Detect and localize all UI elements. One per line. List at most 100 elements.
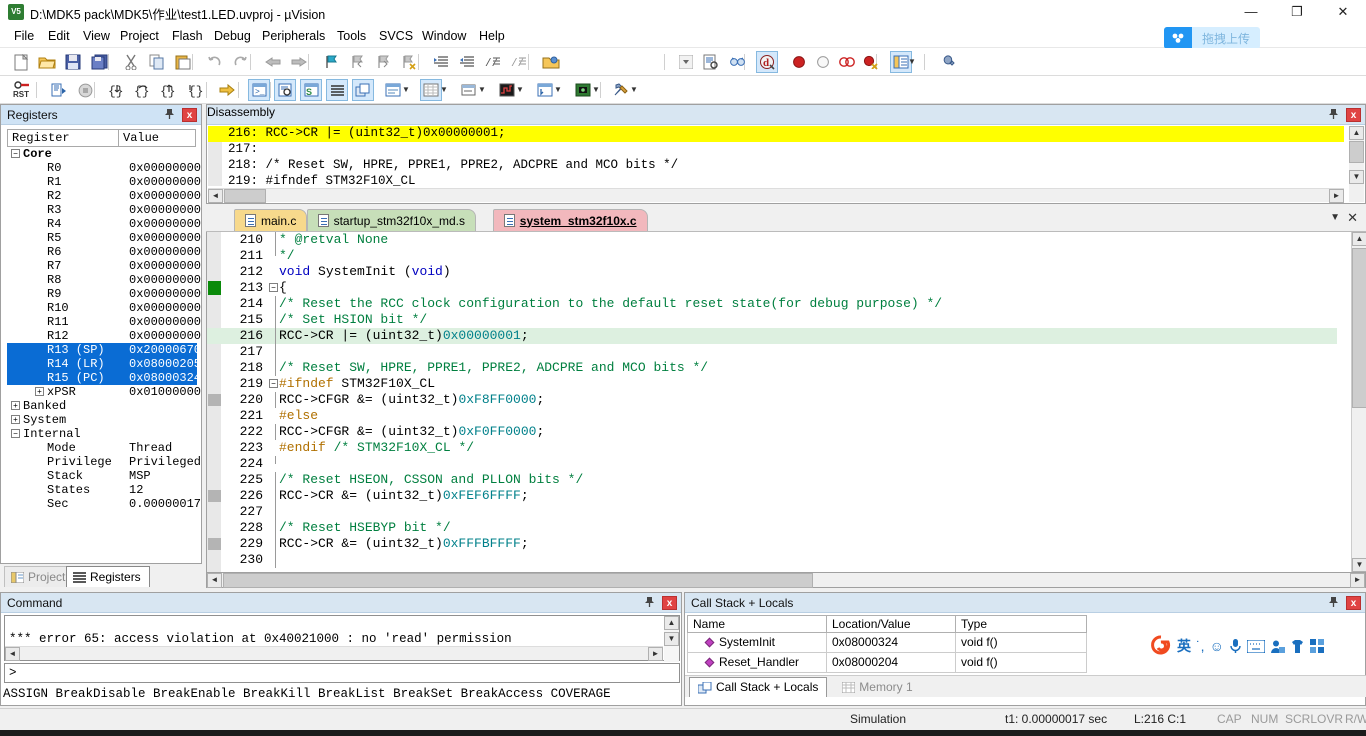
minimize-button[interactable]: — [1228,0,1274,24]
step-into-button[interactable]: {} [106,79,128,101]
code-line[interactable]: 228 /* Reset HSEBYP bit */ [207,520,1337,536]
register-row[interactable]: R5 0x00000000 [7,231,201,245]
menu-item-debug[interactable]: Debug [208,27,257,45]
register-row[interactable]: Stack MSP [7,469,197,483]
disassembly-horizontal-scrollbar[interactable]: ◄ ► [208,188,1344,203]
sogou-ime-toolbar[interactable]: 英 ˙, ☺ [1150,633,1360,659]
callstack-row[interactable]: Reset_Handler 0x08000204 void f() [687,653,1090,673]
pin-icon[interactable] [1328,108,1342,122]
baidu-upload-button[interactable]: 拖拽上传 [1163,27,1260,49]
configure-target-button[interactable] [936,51,958,73]
scroll-left-icon[interactable]: ◄ [208,189,223,203]
callstack-row[interactable]: SystemInit 0x08000324 void f() [687,633,1090,653]
pin-icon[interactable] [164,108,178,122]
register-row[interactable]: R7 0x00000000 [7,259,201,273]
bookmark-clear-button[interactable] [398,51,420,73]
register-row[interactable]: States 12 [7,483,197,497]
open-folder-button[interactable] [540,51,562,73]
outdent-button[interactable] [456,51,478,73]
system-viewer-button[interactable] [572,79,594,101]
fold-toggle-icon[interactable]: − [269,379,278,388]
chevron-down-icon[interactable]: ▼ [908,57,916,66]
analysis-windows-button[interactable] [496,79,518,101]
callstack-tab-call-stack---locals[interactable]: Call Stack + Locals [689,677,828,697]
disassembly-line[interactable]: 217: [208,142,1344,158]
chevron-down-icon[interactable]: ▼ [402,85,410,94]
code-line[interactable]: 218 /* Reset SW, HPRE, PPRE1, PPRE2, ADC… [207,360,1337,376]
expand-icon[interactable]: + [11,415,20,424]
editor-tab-system-stm32f10x-c[interactable]: system_stm32f10x.c [492,209,648,231]
skin-icon[interactable] [1290,639,1305,654]
editor-vertical-scrollbar[interactable]: ▲ ▼ [1351,232,1366,572]
left-tab-registers[interactable]: Registers [66,566,150,587]
menu-item-edit[interactable]: Edit [42,27,76,45]
indent-button[interactable] [430,51,452,73]
find-in-files-button[interactable] [700,51,722,73]
command-output-hscrollbar[interactable]: ◄ ► [5,646,663,661]
register-row[interactable]: Privilege Privileged [7,455,201,469]
code-line[interactable]: 223 #endif /* STM32F10X_CL */ [207,440,1337,456]
collapse-icon[interactable]: − [11,149,20,158]
register-row[interactable]: Sec 0.00000017 [7,497,201,511]
menu-item-view[interactable]: View [77,27,116,45]
code-line[interactable]: 224 [207,456,1337,472]
register-row[interactable]: R14 (LR) 0x08000205 [7,357,201,371]
step-out-button[interactable]: {} [158,79,180,101]
close-button[interactable]: ✕ [1320,0,1366,24]
disable-breakpoint-button[interactable] [812,51,834,73]
code-line[interactable]: 226 RCC->CR &= (uint32_t)0xFEF6FFFF; [207,488,1337,504]
code-line[interactable]: 210 * @retval None [207,232,1337,248]
memory-windows-button[interactable] [420,79,442,101]
code-line[interactable]: 229 RCC->CR &= (uint32_t)0xFFFBFFFF; [207,536,1337,552]
show-next-statement-button[interactable] [216,79,238,101]
chevron-down-icon[interactable]: ▼ [592,85,600,94]
register-row[interactable]: R10 0x00000000 [7,301,201,315]
collapse-icon[interactable]: − [11,429,20,438]
code-line[interactable]: 216 RCC->CR |= (uint32_t)0x00000001; [207,328,1337,344]
scroll-left-icon[interactable]: ◄ [5,647,20,661]
editor-tab-startup-stm32f10x-md-s[interactable]: startup_stm32f10x_md.s [306,209,476,231]
voice-input-icon[interactable] [1229,638,1242,654]
register-row[interactable]: R11 0x00000000 [7,315,201,329]
code-line[interactable]: 225 /* Reset HSEON, CSSON and PLLON bits… [207,472,1337,488]
register-row[interactable]: − Internal [7,427,197,441]
command-close-button[interactable]: x [662,596,677,610]
bookmark-toggle-button[interactable] [320,51,342,73]
register-row[interactable]: R6 0x00000000 [7,245,201,259]
reset-cpu-button[interactable]: RST [12,79,34,101]
disable-all-breakpoints-button[interactable] [836,51,858,73]
register-row[interactable]: + Banked [7,399,197,413]
save-all-button[interactable] [88,51,110,73]
disassembly-line[interactable]: 218: /* Reset SW, HPRE, PPRE1, PPRE2, AD… [208,158,1344,174]
menu-item-tools[interactable]: Tools [331,27,372,45]
cut-button[interactable] [120,51,142,73]
open-file-button[interactable] [36,51,58,73]
disassembly-line[interactable]: 216: RCC->CR |= (uint32_t)0x00000001; [208,126,1344,142]
scroll-thumb[interactable] [223,573,813,588]
disassembly-lines[interactable]: 216: RCC->CR |= (uint32_t)0x00000001; 217… [208,126,1344,186]
register-row[interactable]: R12 0x00000000 [7,329,201,343]
register-row[interactable]: + xPSR 0x01000000 [7,385,201,399]
save-button[interactable] [62,51,84,73]
find-combo-button[interactable] [676,51,696,73]
scroll-up-icon[interactable]: ▲ [1349,126,1364,140]
menu-item-project[interactable]: Project [114,27,165,45]
code-line[interactable]: 222 RCC->CFGR &= (uint32_t)0xF0FF0000; [207,424,1337,440]
scroll-right-icon[interactable]: ► [1350,573,1365,588]
chevron-down-icon[interactable]: ▼ [554,85,562,94]
menu-item-help[interactable]: Help [473,27,511,45]
code-line[interactable]: 230 [207,552,1337,568]
register-row[interactable]: + System [7,413,197,427]
menu-item-flash[interactable]: Flash [166,27,209,45]
scroll-down-icon[interactable]: ▼ [1349,170,1364,184]
toolbox-button[interactable] [610,79,632,101]
editor-tab-chevron-down-icon[interactable]: ▼ [1330,212,1340,223]
scroll-up-icon[interactable]: ▲ [1352,232,1366,246]
maximize-button[interactable]: ❐ [1274,0,1320,24]
code-line[interactable]: 213−{ [207,280,1337,296]
registers-window-button[interactable] [326,79,348,101]
code-line[interactable]: 219− #ifndef STM32F10X_CL [207,376,1337,392]
toolbox-icon[interactable] [1309,638,1325,654]
find-button[interactable] [726,51,748,73]
expand-icon[interactable]: + [35,387,44,396]
